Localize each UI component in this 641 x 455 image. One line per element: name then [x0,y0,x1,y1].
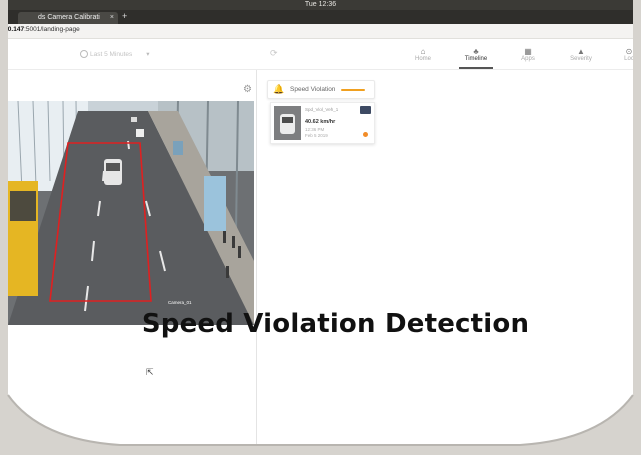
alert-accent-bar [341,89,365,91]
gear-icon[interactable]: ⚙ [243,84,252,95]
severity-icon: ▲ [577,47,585,56]
time-range-label: Last 5 Minutes [90,51,133,58]
nav-home[interactable]: ⌂ Home [400,47,446,62]
address-bar[interactable]: .0.147:5001/landing-page [0,24,641,39]
event-time: 12:36 PM [305,127,325,132]
overlay-caption: Speed Violation Detection [141,309,530,339]
nav-home-label: Home [414,56,431,62]
nav-severity[interactable]: ▲ Severity [558,47,604,62]
url-path: :5001/landing-page [24,26,80,33]
new-tab-icon[interactable]: + [122,11,127,21]
app-header: Last 5 Minutes ▾ ⟳ ⌂ Home ♣ Timeline ▦ Ap… [0,39,641,70]
bell-icon: 🔔 [273,84,285,94]
time-range-select[interactable]: Last 5 Minutes ▾ [80,50,150,59]
nav-location-label: Loc [624,56,634,62]
browser-tab[interactable]: ds Camera Calibrati × [18,12,118,24]
apps-icon: ▦ [524,47,532,56]
event-id: Spd_Viol_Veh_1 [305,107,339,112]
event-speed: 40.62 km/hr [305,119,336,125]
alert-title: Speed Violation [290,86,336,93]
home-icon: ⌂ [420,47,426,56]
nav-apps[interactable]: ▦ Apps [505,47,551,62]
event-date: Feb 5 2019 [305,133,328,138]
screen-frame: Tue 12:36 ds Camera Calibrati × + .0.147… [0,0,641,455]
tab-title: ds Camera Calibrati [38,14,100,21]
camera-scene [8,101,254,325]
severity-dot [363,132,368,137]
nav-timeline-label: Timeline [464,56,488,62]
nav-timeline[interactable]: ♣ Timeline [453,47,499,69]
os-clock: Tue 12:36 [304,1,337,8]
chevron-down-icon: ▾ [146,51,150,58]
mouse-cursor-icon: ⇱ [146,367,154,377]
nav-apps-label: Apps [521,56,535,62]
alert-filter[interactable]: 🔔 Speed Violation [267,80,375,99]
nav-location[interactable]: ⊙ Loc [606,47,641,62]
close-tab-icon[interactable]: × [110,12,114,24]
camera-feed: Camera_01 [8,101,254,325]
nav-severity-label: Severity [570,56,592,62]
url-host: .0.147 [6,26,25,33]
camera-badge-icon [360,106,371,114]
browser-tab-strip: ds Camera Calibrati × + [0,10,641,24]
camera-label: Camera_01 [168,300,192,305]
event-card[interactable]: Spd_Viol_Veh_1 40.62 km/hr 12:36 PM Feb … [270,102,375,144]
clock-icon [80,50,88,59]
panel-divider [256,70,257,455]
os-top-bar: Tue 12:36 [0,0,641,10]
refresh-icon[interactable]: ⟳ [270,48,278,59]
timeline-icon: ♣ [473,47,479,56]
location-icon: ⊙ [625,47,633,56]
url-field[interactable]: .0.147:5001/landing-page [6,26,80,33]
event-thumbnail [274,106,301,140]
